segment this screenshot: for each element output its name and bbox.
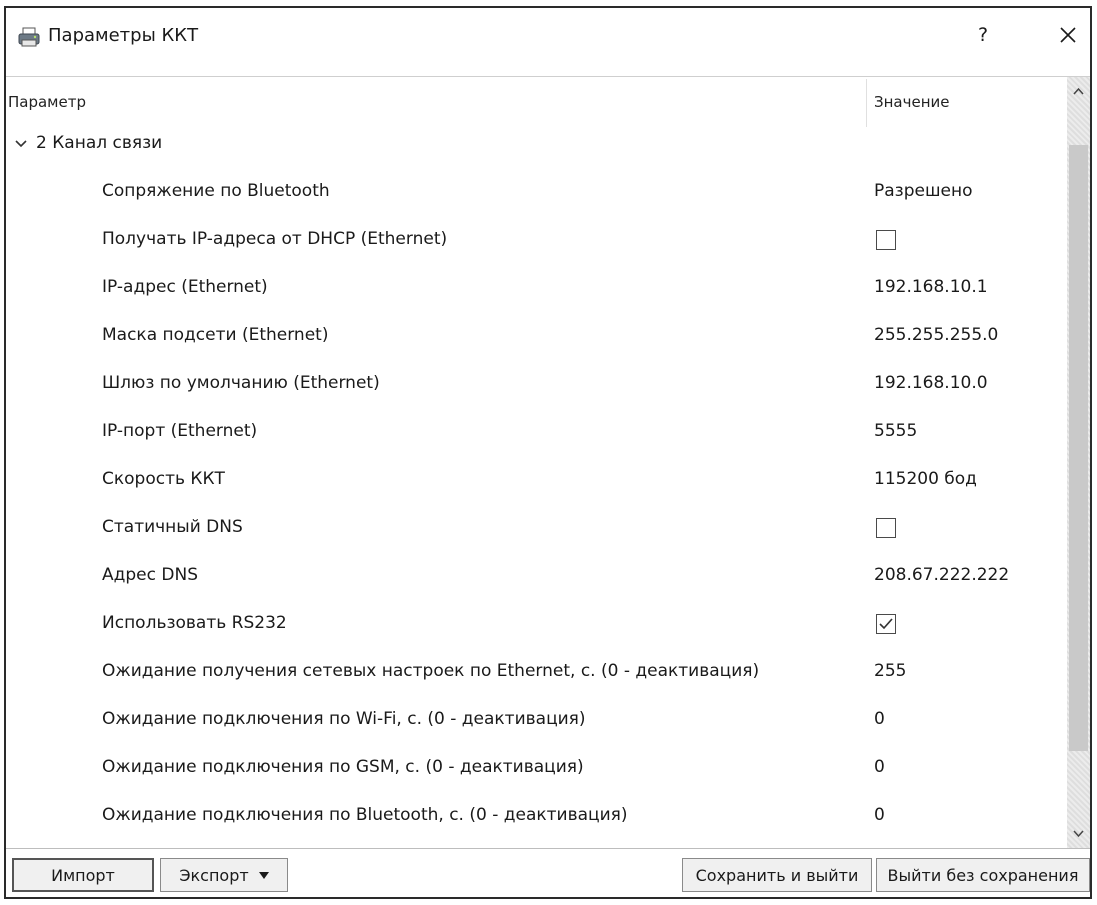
import-button-label: Импорт: [51, 865, 115, 885]
group-row[interactable]: 2 Канал связи: [6, 129, 1067, 161]
dropdown-caret-icon: [258, 871, 269, 879]
scroll-down-arrow-icon[interactable]: [1067, 822, 1090, 844]
table-row[interactable]: Ожидание подключения по GSM, с. (0 - деа…: [6, 745, 1067, 793]
vertical-scrollbar[interactable]: [1067, 77, 1090, 848]
param-value[interactable]: 255.255.255.0: [874, 325, 998, 345]
title-bar: Параметры ККТ ?: [6, 8, 1090, 64]
table-row[interactable]: Шлюз по умолчанию (Ethernet) 192.168.10.0: [6, 361, 1067, 409]
printer-icon: [18, 26, 40, 48]
group-label: 2 Канал связи: [36, 133, 163, 153]
params-dialog: Параметры ККТ ? Параметр Значение 2 Кана…: [4, 6, 1092, 899]
param-name: Ожидание подключения по GSM, с. (0 - деа…: [102, 757, 584, 777]
param-value[interactable]: 115200 бод: [874, 469, 977, 489]
param-name: IP-порт (Ethernet): [102, 421, 258, 441]
param-value[interactable]: 0: [874, 757, 885, 777]
table-row[interactable]: Статичный DNS: [6, 505, 1067, 553]
export-button[interactable]: Экспорт: [160, 858, 288, 892]
table-row[interactable]: IP-адрес (Ethernet) 192.168.10.1: [6, 265, 1067, 313]
checkmark-icon: [879, 618, 893, 630]
param-value[interactable]: 0: [874, 805, 885, 825]
scrollbar-thumb[interactable]: [1069, 145, 1088, 751]
param-checkbox[interactable]: [876, 518, 896, 538]
column-divider[interactable]: [866, 79, 867, 127]
table-row[interactable]: Использовать RS232: [6, 601, 1067, 649]
exit-without-saving-button[interactable]: Выйти без сохранения: [876, 858, 1090, 892]
save-and-exit-button[interactable]: Сохранить и выйти: [682, 858, 872, 892]
table-row[interactable]: IP-порт (Ethernet) 5555: [6, 409, 1067, 457]
window-title: Параметры ККТ: [48, 25, 199, 46]
param-value[interactable]: 255: [874, 661, 906, 681]
exit-without-saving-label: Выйти без сохранения: [887, 865, 1079, 885]
table-row[interactable]: Ожидание получения сетевых настроек по E…: [6, 649, 1067, 697]
table-row[interactable]: Скорость ККТ 115200 бод: [6, 457, 1067, 505]
help-button[interactable]: ?: [971, 22, 995, 48]
table-header: Параметр Значение: [6, 77, 1067, 129]
table-row[interactable]: Маска подсети (Ethernet) 255.255.255.0: [6, 313, 1067, 361]
param-name: IP-адрес (Ethernet): [102, 277, 268, 297]
column-header-param[interactable]: Параметр: [8, 93, 86, 111]
param-value[interactable]: Разрешено: [874, 181, 973, 201]
button-bar: Импорт Экспорт Сохранить и выйти Выйти б…: [6, 850, 1090, 899]
param-name: Использовать RS232: [102, 613, 287, 633]
param-name: Статичный DNS: [102, 517, 243, 537]
param-name: Шлюз по умолчанию (Ethernet): [102, 373, 380, 393]
param-name: Сопряжение по Bluetooth: [102, 181, 330, 201]
table-row[interactable]: Ожидание подключения по Bluetooth, с. (0…: [6, 793, 1067, 841]
close-button[interactable]: [1054, 20, 1082, 50]
param-name: Адрес DNS: [102, 565, 198, 585]
param-name: Маска подсети (Ethernet): [102, 325, 329, 345]
param-name: Получать IP-адреса от DHCP (Ethernet): [102, 229, 448, 249]
chevron-down-icon[interactable]: [14, 136, 28, 150]
column-header-value[interactable]: Значение: [874, 93, 950, 111]
table-row[interactable]: Сопряжение по Bluetooth Разрешено: [6, 169, 1067, 217]
table-row[interactable]: Получать IP-адреса от DHCP (Ethernet): [6, 217, 1067, 265]
param-checkbox[interactable]: [876, 614, 896, 634]
params-table: Параметр Значение 2 Канал связи Сопряжен…: [6, 76, 1090, 849]
param-value[interactable]: 192.168.10.1: [874, 277, 988, 297]
scroll-up-arrow-icon[interactable]: [1067, 81, 1090, 103]
table-row[interactable]: Ожидание подключения по Wi-Fi, с. (0 - д…: [6, 697, 1067, 745]
param-value[interactable]: 208.67.222.222: [874, 565, 1009, 585]
param-name: Ожидание подключения по Wi-Fi, с. (0 - д…: [102, 709, 586, 729]
close-icon: [1060, 27, 1076, 43]
param-name: Скорость ККТ: [102, 469, 225, 489]
save-and-exit-label: Сохранить и выйти: [695, 865, 859, 885]
param-name: Ожидание получения сетевых настроек по E…: [102, 661, 760, 681]
param-name: Ожидание подключения по Bluetooth, с. (0…: [102, 805, 628, 825]
table-row[interactable]: Адрес DNS 208.67.222.222: [6, 553, 1067, 601]
param-checkbox[interactable]: [876, 230, 896, 250]
param-value[interactable]: 0: [874, 709, 885, 729]
param-value[interactable]: 192.168.10.0: [874, 373, 988, 393]
export-button-label: Экспорт: [179, 865, 249, 885]
param-value[interactable]: 5555: [874, 421, 917, 441]
import-button[interactable]: Импорт: [12, 858, 154, 892]
